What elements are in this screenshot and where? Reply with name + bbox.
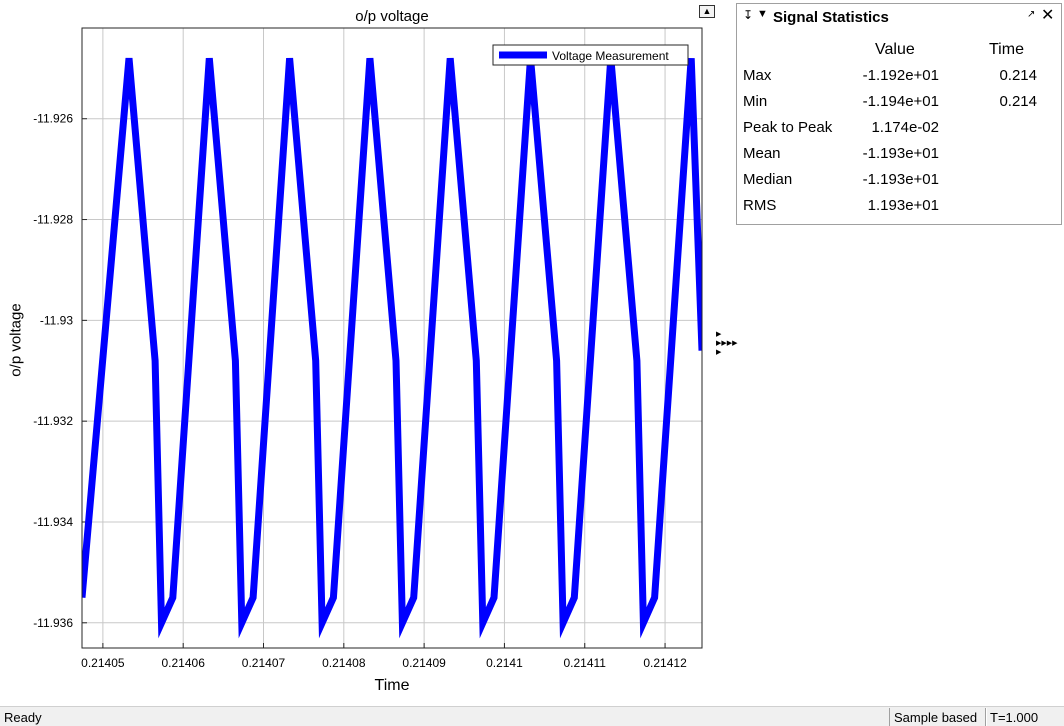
signal-statistics-panel: ↧ ▼ Signal Statistics ↗ ✕ Value Time Max… <box>736 3 1062 225</box>
y-tick-label: -11.936 <box>33 616 73 630</box>
stat-label: Mean <box>743 145 781 162</box>
stat-value: -1.193e+01 <box>862 145 939 162</box>
stat-value: -1.193e+01 <box>862 171 939 188</box>
pin-icon[interactable]: ↧ <box>743 8 753 22</box>
undock-icon[interactable]: ▲ <box>699 5 715 18</box>
sample-mode-indicator: Sample based <box>889 708 987 726</box>
restore-icon[interactable]: ↗ <box>1027 9 1035 20</box>
close-icon[interactable]: ✕ <box>1041 5 1054 25</box>
stat-value: -1.194e+01 <box>862 93 939 110</box>
stat-time: 0.214 <box>999 93 1037 110</box>
x-tick-label: 0.21407 <box>242 656 286 670</box>
panel-title: Signal Statistics <box>773 9 889 26</box>
column-header-time: Time <box>989 41 1024 58</box>
x-tick-label: 0.21411 <box>563 656 606 670</box>
scroll-arrows-icon[interactable]: ▶ ▶▶▶▶ ▶ <box>716 330 738 357</box>
x-tick-label: 0.21405 <box>81 656 125 670</box>
y-tick-label: -11.928 <box>33 213 73 227</box>
legend-label: Voltage Measurement <box>552 49 669 63</box>
x-tick-label: 0.21408 <box>322 656 366 670</box>
stat-row-peak-to-peak: Peak to Peak 1.174e-02 <box>737 119 1061 145</box>
x-tick-label: 0.21406 <box>161 656 205 670</box>
stat-value: 1.174e-02 <box>871 119 939 136</box>
scope-window: o/p voltage o/p voltage Time 0.21405 0.21… <box>0 0 1064 706</box>
y-tick-label: -11.934 <box>33 515 73 529</box>
simulation-time-indicator: T=1.000 <box>985 708 1064 726</box>
column-header-value: Value <box>875 41 915 58</box>
panel-header: ↧ ▼ Signal Statistics ↗ ✕ <box>737 4 1061 30</box>
stat-label: Median <box>743 171 793 188</box>
stat-value: 1.193e+01 <box>867 197 939 214</box>
stat-row-median: Median -1.193e+01 <box>737 171 1061 197</box>
status-bar: Ready Sample based T=1.000 <box>0 706 1064 726</box>
stat-label: Max <box>743 67 772 84</box>
stat-row-rms: RMS 1.193e+01 <box>737 197 1061 223</box>
panel-menu-icon[interactable]: ▼ <box>757 8 768 20</box>
stat-row-mean: Mean -1.193e+01 <box>737 145 1061 171</box>
stat-row-max: Max -1.192e+01 0.214 <box>737 67 1061 93</box>
status-text: Ready <box>4 710 42 725</box>
stat-value: -1.192e+01 <box>862 67 939 84</box>
stat-label: Peak to Peak <box>743 119 833 136</box>
stat-time: 0.214 <box>999 67 1037 84</box>
stat-label: Min <box>743 93 768 110</box>
x-tick-label: 0.21409 <box>402 656 446 670</box>
stat-label: RMS <box>743 197 777 214</box>
x-tick-label: 0.21412 <box>643 656 687 670</box>
x-tick-label: 0.2141 <box>486 656 523 670</box>
y-tick-label: -11.926 <box>33 112 73 126</box>
stat-row-min: Min -1.194e+01 0.214 <box>737 93 1061 119</box>
y-tick-label: -11.932 <box>33 414 73 428</box>
y-tick-label: -11.93 <box>40 313 73 327</box>
